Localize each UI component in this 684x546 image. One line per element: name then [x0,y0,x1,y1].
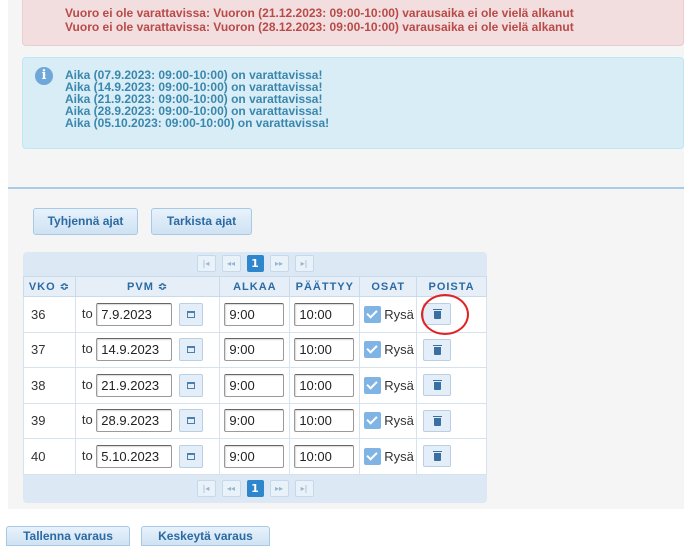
week-cell: 36 [23,296,76,333]
table-row: 37 to 14.9.2023 9:00 10:00 Rysä [23,331,487,368]
column-header-pvm[interactable]: PVM ≎ [74,276,221,297]
delete-row-button[interactable] [423,445,452,468]
table-row: 36 to 7.9.2023 9:00 10:00 Rysä [23,296,487,333]
week-cell: 40 [23,438,76,475]
table-row: 39 to 28.9.2023 9:00 10:00 Rysä [23,402,487,439]
reservation-table-panel: |◂ ◂◂ 1 ▸▸ ▸| VKO ≎ PVM ≎ ALKAA PÄÄTTYY OSAT… [23,252,487,503]
part-checkbox[interactable] [364,412,382,430]
pager-first-button[interactable]: |◂ [196,255,216,272]
weekday-label: to [81,305,93,321]
delete-row-button[interactable] [423,338,452,361]
part-checkbox[interactable] [364,341,382,359]
date-picker-button[interactable] [179,444,204,468]
info-alert: i Aika (07.9.2023: 09:00-10:00) on varat… [22,57,684,149]
error-alert: Vuoro ei ole varattavissa: Vuoron (21.12… [22,0,684,46]
end-time-input[interactable]: 10:00 [294,302,355,326]
date-input[interactable]: 5.10.2023 [96,444,173,468]
calendar-icon [187,381,196,389]
cancel-reservation-button[interactable]: Keskeytä varaus [141,526,270,546]
start-time-input[interactable]: 9:00 [224,373,285,397]
start-time-input[interactable]: 9:00 [224,302,285,326]
end-time-input[interactable]: 10:00 [294,409,355,433]
pager-next-button[interactable]: ▸▸ [269,255,289,272]
highlight-circle-annotation [421,294,469,335]
column-header-vko[interactable]: VKO ≎ [23,276,76,297]
calendar-icon [187,346,196,354]
info-line: Aika (05.10.2023: 09:00-10:00) on varatt… [65,116,330,130]
pager-top: |◂ ◂◂ 1 ▸▸ ▸| [23,252,487,275]
pager-last-button[interactable]: ▸| [294,480,314,497]
pager-page-button[interactable]: 1 [246,255,264,272]
trash-icon [433,380,443,391]
part-label: Rysä [384,342,414,358]
column-header-osat: OSAT [359,276,418,297]
clear-times-button[interactable]: Tyhjennä ajat [33,208,138,235]
column-header-paattyy: PÄÄTTYY [289,276,361,297]
date-input[interactable]: 28.9.2023 [96,409,173,433]
pager-first-button[interactable]: |◂ [196,480,216,497]
calendar-icon [187,310,196,318]
date-picker-button[interactable] [179,302,204,326]
pager-prev-button[interactable]: ◂◂ [221,255,241,272]
part-label: Rysä [384,377,414,393]
table-row: 40 to 5.10.2023 9:00 10:00 Rysä [23,438,487,475]
trash-icon [433,344,443,355]
trash-icon [433,415,443,426]
trash-icon [433,451,443,462]
reservation-table: VKO ≎ PVM ≎ ALKAA PÄÄTTYY OSAT POISTA 36… [23,276,487,475]
pager-prev-button[interactable]: ◂◂ [221,480,241,497]
pager-bottom: |◂ ◂◂ 1 ▸▸ ▸| [23,477,487,500]
date-picker-button[interactable] [179,409,204,433]
weekday-label: to [81,341,93,357]
table-header-row: VKO ≎ PVM ≎ ALKAA PÄÄTTYY OSAT POISTA [23,276,487,297]
info-icon: i [35,67,53,85]
weekday-label: to [81,376,93,392]
column-header-alkaa: ALKAA [219,276,291,297]
date-picker-button[interactable] [179,373,204,397]
error-line: Vuoro ei ole varattavissa: Vuoron (21.12… [65,6,574,20]
table-row: 38 to 21.9.2023 9:00 10:00 Rysä [23,367,487,404]
week-cell: 39 [23,402,76,439]
delete-row-button[interactable] [423,374,452,397]
part-label: Rysä [384,306,414,322]
part-checkbox[interactable] [364,305,382,323]
pager-page-button[interactable]: 1 [246,480,264,497]
check-times-button[interactable]: Tarkista ajat [151,208,252,235]
calendar-icon [187,417,196,425]
start-time-input[interactable]: 9:00 [224,338,285,362]
end-time-input[interactable]: 10:00 [294,338,355,362]
delete-row-button[interactable] [423,409,452,432]
end-time-input[interactable]: 10:00 [294,444,355,468]
end-time-input[interactable]: 10:00 [294,373,355,397]
part-checkbox[interactable] [364,376,382,394]
weekday-label: to [81,447,93,463]
date-input[interactable]: 21.9.2023 [96,373,173,397]
part-label: Rysä [384,448,414,464]
date-picker-button[interactable] [179,338,204,362]
week-cell: 37 [23,331,76,368]
start-time-input[interactable]: 9:00 [224,444,285,468]
section-divider [8,187,684,189]
save-reservation-button[interactable]: Tallenna varaus [6,526,130,546]
date-input[interactable]: 14.9.2023 [96,338,173,362]
error-line: Vuoro ei ole varattavissa: Vuoron (28.12… [65,19,574,34]
calendar-icon [187,452,196,460]
start-time-input[interactable]: 9:00 [224,409,285,433]
weekday-label: to [81,412,93,428]
column-header-poista: POISTA [416,276,487,297]
part-checkbox[interactable] [364,447,382,465]
part-label: Rysä [384,413,414,429]
week-cell: 38 [23,367,76,404]
date-input[interactable]: 7.9.2023 [96,302,173,326]
pager-next-button[interactable]: ▸▸ [269,480,289,497]
pager-last-button[interactable]: ▸| [294,255,314,272]
